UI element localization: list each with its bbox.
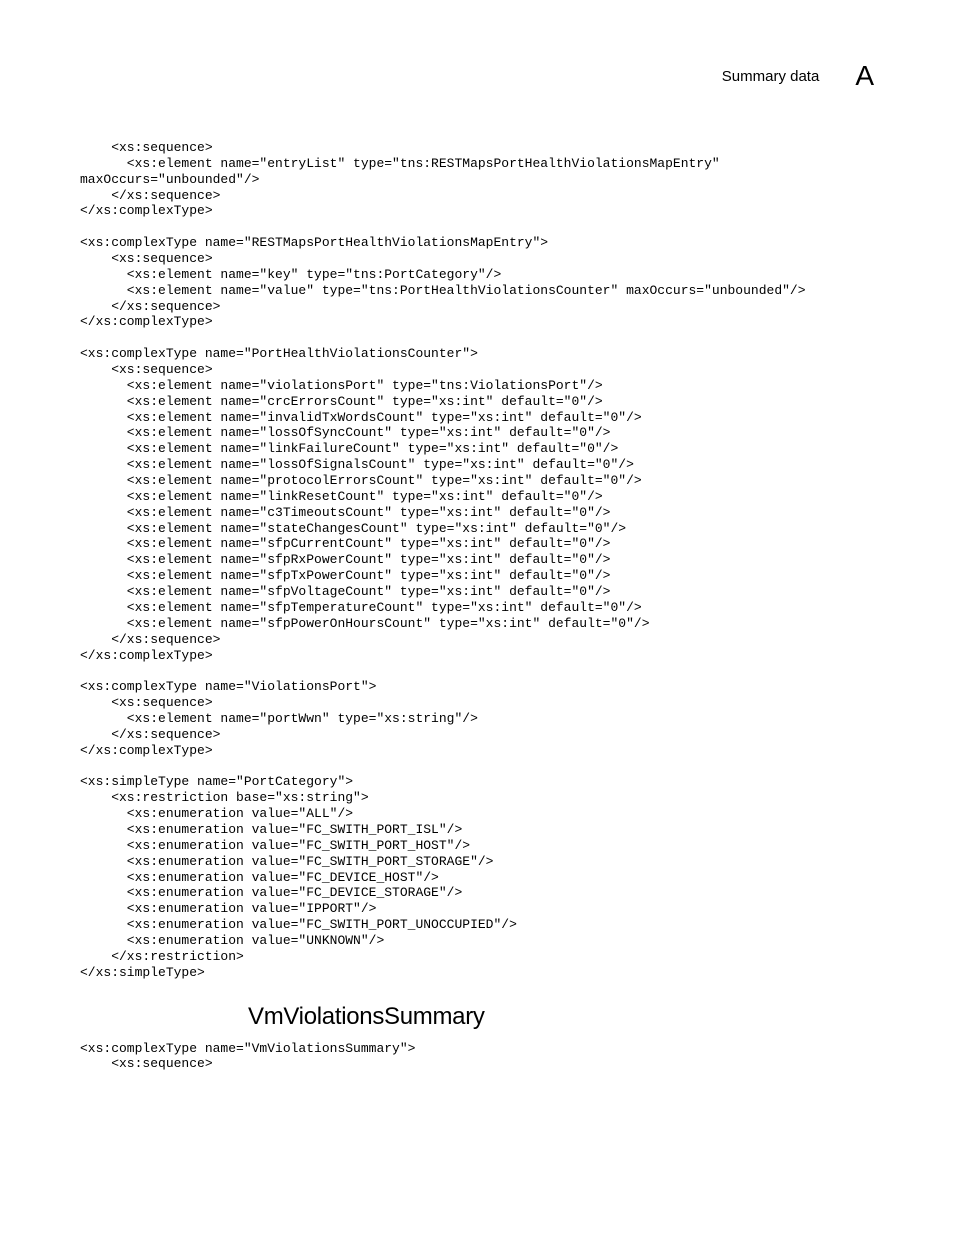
section-heading: VmViolationsSummary bbox=[248, 1003, 874, 1031]
page-header: Summary data A bbox=[80, 60, 874, 92]
header-title: Summary data bbox=[722, 68, 820, 85]
code-block-2: <xs:complexType name="VmViolationsSummar… bbox=[80, 1041, 874, 1073]
code-block-1: <xs:sequence> <xs:element name="entryLis… bbox=[80, 140, 874, 981]
header-section-letter: A bbox=[855, 60, 874, 92]
page: Summary data A <xs:sequence> <xs:element… bbox=[0, 0, 954, 1132]
